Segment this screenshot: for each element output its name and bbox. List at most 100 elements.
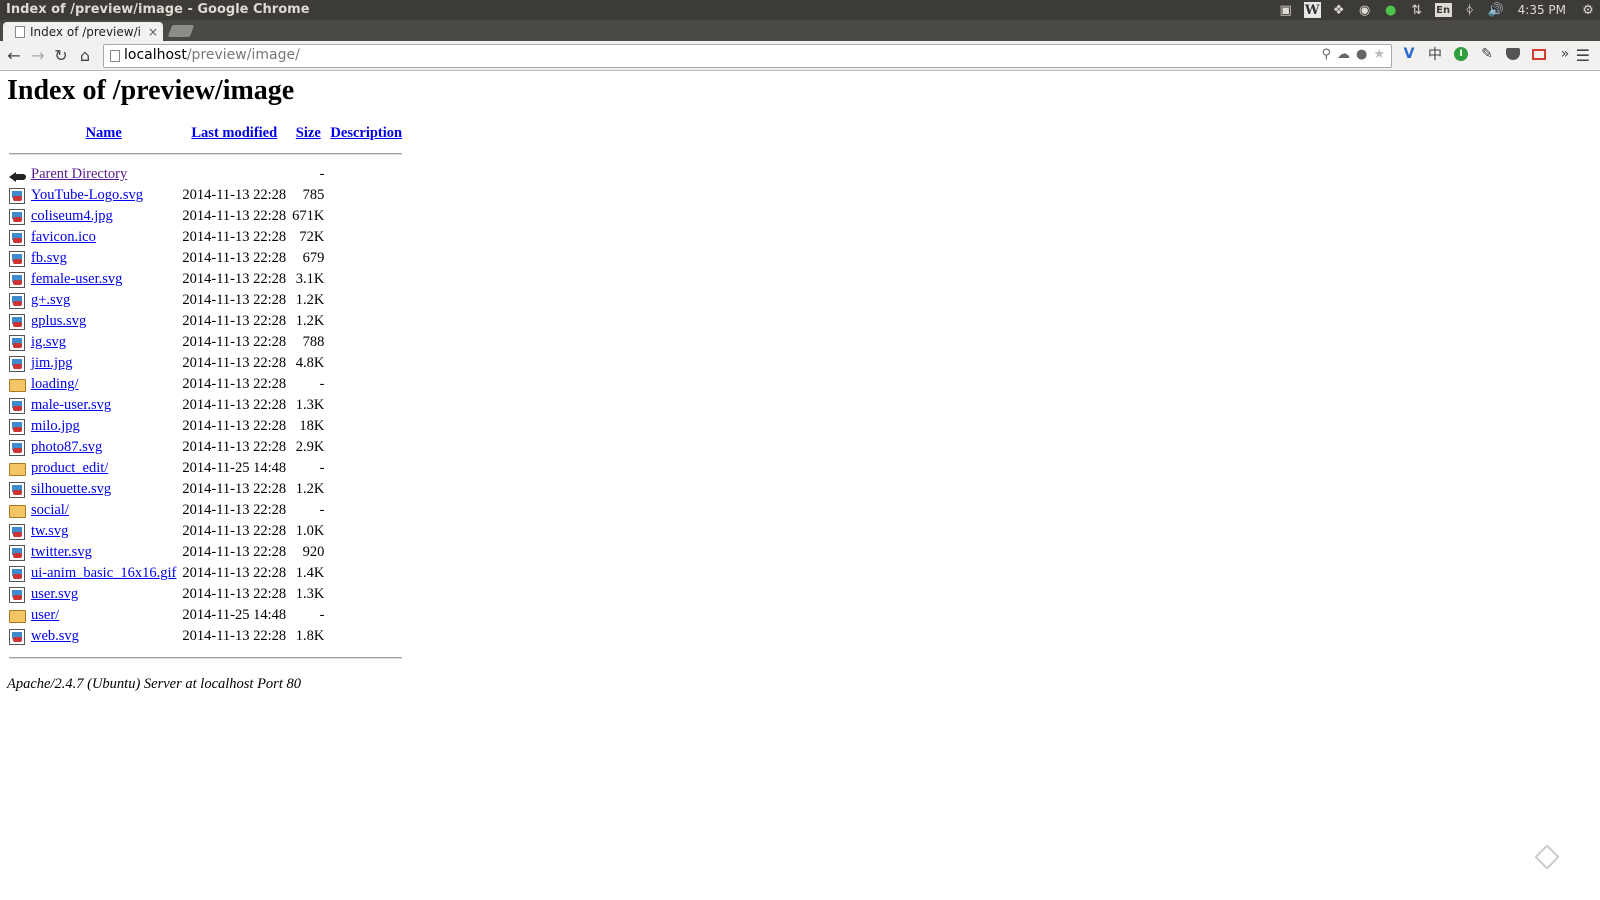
file-modified: 2014-11-13 22:28 [182, 250, 287, 266]
close-icon[interactable]: × [148, 25, 158, 39]
clock[interactable]: 4:35 PM [1514, 3, 1570, 17]
tab-title: Index of /preview/in [30, 24, 142, 39]
file-link[interactable]: jim.jpg [31, 355, 73, 371]
image-file-icon [9, 229, 25, 246]
menu-icon[interactable]: ☰ [1576, 46, 1590, 65]
file-link[interactable]: social/ [31, 502, 69, 518]
bluetooth-icon[interactable]: ᛄ [1462, 2, 1478, 18]
system-tray: ▣ W ❖ ◉ ● ⇅ En ᛄ 🔊 4:35 PM ⚙ [1278, 0, 1596, 20]
image-file-icon [9, 397, 25, 414]
file-modified: 2014-11-13 22:28 [182, 208, 287, 224]
folder-icon [9, 379, 26, 393]
home-icon[interactable]: ⌂ [75, 45, 95, 65]
v-icon[interactable]: V [1400, 45, 1418, 63]
file-link[interactable]: ui-anim_basic_16x16.gif [31, 565, 176, 581]
skype-icon[interactable]: ▣ [1278, 2, 1294, 18]
file-link[interactable]: photo87.svg [31, 439, 102, 455]
image-icon[interactable]: ☁ [1337, 47, 1350, 62]
pen-icon[interactable]: ✎ [1478, 45, 1496, 63]
url-text[interactable]: localhost/preview/image/ [124, 47, 300, 63]
omnibox-actions: ⚲ ☁ ● ★ [1321, 47, 1385, 62]
image-file-icon [9, 334, 25, 351]
address-bar[interactable]: localhost/preview/image/ ⚲ ☁ ● ★ [103, 44, 1392, 68]
file-description [328, 228, 404, 247]
zhong-icon[interactable]: 中 [1426, 45, 1444, 63]
w-icon[interactable]: W [1303, 2, 1321, 18]
file-description [328, 543, 404, 562]
file-size: - [319, 376, 325, 392]
file-link[interactable]: coliseum4.jpg [31, 208, 113, 224]
file-link[interactable]: loading/ [31, 376, 79, 392]
pocket-icon[interactable] [1504, 45, 1522, 63]
extensions-overflow-button[interactable]: » [1556, 45, 1574, 63]
sort-by-size-link[interactable]: Size [296, 125, 321, 141]
green-circle-icon[interactable]: I [1452, 45, 1470, 63]
parent-directory-link[interactable]: Parent Directory [31, 166, 127, 182]
file-link[interactable]: gplus.svg [31, 313, 86, 329]
gear-icon[interactable]: ⚙ [1580, 2, 1596, 18]
file-link[interactable]: male-user.svg [31, 397, 111, 413]
file-link[interactable]: web.svg [31, 628, 79, 644]
file-size: 679 [302, 250, 325, 266]
volume-icon[interactable]: 🔊 [1488, 2, 1504, 18]
file-link[interactable]: YouTube-Logo.svg [31, 187, 143, 203]
file-row: social/2014-11-13 22:28 - [7, 501, 404, 520]
file-link[interactable]: milo.jpg [31, 418, 80, 434]
file-size: 1.2K [295, 313, 325, 329]
file-link[interactable]: tw.svg [31, 523, 68, 539]
keyboard-layout-indicator[interactable]: En [1434, 3, 1452, 17]
dropbox-icon[interactable]: ❖ [1331, 2, 1347, 18]
file-row: milo.jpg 2014-11-13 22:28 18K [7, 417, 404, 436]
network-icon[interactable]: ⇅ [1409, 2, 1425, 18]
leaf-icon[interactable]: ● [1383, 2, 1399, 18]
star-icon[interactable]: ★ [1373, 47, 1385, 62]
back-icon[interactable]: ← [4, 45, 24, 65]
file-link[interactable]: favicon.ico [31, 229, 96, 245]
forward-icon[interactable]: → [28, 45, 48, 65]
description-column-header: Description [328, 125, 404, 142]
page-title: Index of /preview/image [7, 75, 295, 106]
file-row: female-user.svg 2014-11-13 22:28 3.1K [7, 270, 404, 289]
chrome-icon[interactable]: ◉ [1357, 2, 1373, 18]
file-link[interactable]: user.svg [31, 586, 78, 602]
corner-indicator-icon [1534, 844, 1560, 870]
sort-by-modified-link[interactable]: Last modified [191, 125, 277, 141]
file-size: 1.0K [295, 523, 325, 539]
file-modified: 2014-11-13 22:28 [182, 544, 287, 560]
divider [9, 152, 403, 155]
file-modified: 2014-11-13 22:28 [182, 418, 287, 434]
image-file-icon [9, 292, 25, 309]
file-link[interactable]: product_edit/ [31, 460, 108, 476]
file-modified: 2014-11-13 22:28 [182, 187, 287, 203]
file-description [328, 333, 404, 352]
sort-by-name-link[interactable]: Name [86, 125, 122, 141]
search-icon[interactable]: ⚲ [1321, 47, 1331, 62]
file-row: g+.svg 2014-11-13 22:28 1.2K [7, 291, 404, 310]
file-size: 2.9K [295, 439, 325, 455]
page-content: Index of /preview/image Name Last modifi… [7, 70, 1587, 693]
file-modified: 2014-11-25 14:48 [182, 460, 287, 476]
file-row: user/2014-11-25 14:48 - [7, 606, 404, 625]
file-link[interactable]: silhouette.svg [31, 481, 111, 497]
new-tab-button[interactable] [167, 25, 195, 37]
browser-tab[interactable]: Index of /preview/in × [3, 22, 163, 41]
bulb-icon[interactable]: ● [1356, 47, 1367, 62]
file-size: - [319, 607, 325, 623]
file-link[interactable]: female-user.svg [31, 271, 122, 287]
file-modified: 2014-11-13 22:28 [182, 313, 287, 329]
reload-icon[interactable]: ↻ [51, 45, 71, 65]
file-row: male-user.svg 2014-11-13 22:28 1.3K [7, 396, 404, 415]
file-modified: 2014-11-13 22:28 [182, 334, 287, 350]
gmail-icon[interactable] [1530, 45, 1548, 63]
file-modified: 2014-11-13 22:28 [182, 355, 287, 371]
file-link[interactable]: ig.svg [31, 334, 66, 350]
file-link[interactable]: fb.svg [31, 250, 67, 266]
file-description [328, 459, 404, 478]
file-link[interactable]: twitter.svg [31, 544, 92, 560]
file-description [328, 354, 404, 373]
file-modified: 2014-11-13 22:28 [182, 439, 287, 455]
file-description [328, 396, 404, 415]
file-link[interactable]: g+.svg [31, 292, 70, 308]
sort-by-description-link[interactable]: Description [330, 125, 402, 141]
file-link[interactable]: user/ [31, 607, 59, 623]
